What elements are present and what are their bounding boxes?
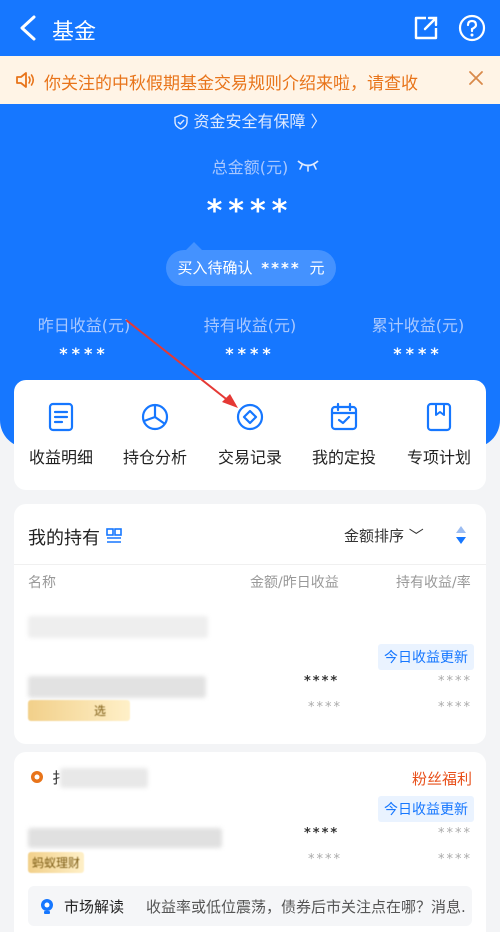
holding-amount: **** — [304, 674, 340, 689]
lightbulb-icon — [41, 899, 53, 914]
quick-actions-card: 收益明细 持仓分析 交易记录 我的定投 专项计划 — [14, 380, 486, 490]
help-icon[interactable] — [458, 14, 486, 42]
fans-benefit-label: 粉丝福利 — [411, 770, 472, 788]
stat-cumulative[interactable]: 累计收益(元) **** — [348, 312, 488, 363]
redacted-fund-name — [28, 828, 222, 848]
fund-brand-tag: 选 — [28, 700, 130, 721]
stat-label: 持有收益(元) — [203, 316, 297, 335]
close-icon[interactable] — [466, 68, 486, 88]
pie-chart-icon — [141, 403, 169, 431]
total-amount-label: 总金额(元) — [211, 158, 289, 177]
column-amount: 金额/昨日收益 — [250, 575, 339, 591]
market-insight-bar[interactable]: 市场解读 收益率或低位震荡，债券后市关注点在哪？消息... — [28, 886, 472, 926]
update-tag: 今日收益更新 — [378, 796, 474, 822]
quick-income-detail[interactable]: 收益明细 — [14, 402, 108, 468]
bookmark-icon — [426, 402, 452, 432]
diamond-circle-icon — [236, 403, 264, 431]
holding-rate: **** — [438, 852, 472, 867]
holding-profit: **** — [438, 826, 472, 841]
holding-yesterday: **** — [308, 852, 342, 867]
total-amount-value: **** — [206, 194, 294, 229]
column-name: 名称 — [28, 575, 56, 591]
quick-label: 专项计划 — [406, 448, 471, 467]
eye-closed-icon[interactable] — [296, 158, 320, 172]
brand-text: 选 — [94, 704, 107, 718]
holdings-title: 我的持有 — [28, 528, 100, 549]
pending-unit: 元 — [309, 259, 325, 277]
sort-dropdown[interactable]: 金额排序 ﹀ — [344, 525, 424, 546]
holding-yesterday: **** — [308, 700, 342, 715]
quick-trade-records[interactable]: 交易记录 — [203, 402, 297, 468]
divider — [14, 564, 486, 565]
holding-rate: **** — [438, 700, 472, 715]
stat-value: **** — [393, 344, 443, 363]
holding-amount: **** — [304, 826, 340, 841]
redacted-fund-name — [60, 768, 148, 788]
grid-icon[interactable] — [106, 528, 122, 544]
market-text: 收益率或低位震荡，债券后市关注点在哪？消息... — [146, 898, 466, 916]
pending-label: 买入待确认 — [177, 259, 253, 277]
holding-profit: **** — [438, 674, 472, 689]
shield-check-icon — [174, 114, 189, 130]
redacted-fund-name — [28, 616, 208, 638]
quick-my-auto-invest[interactable]: 我的定投 — [297, 402, 391, 468]
back-arrow-icon[interactable] — [14, 12, 44, 44]
speaker-icon — [16, 72, 35, 88]
fund-logo-icon — [31, 771, 43, 783]
calendar-check-icon — [330, 402, 358, 431]
quick-label: 持仓分析 — [122, 448, 187, 467]
quick-position-analysis[interactable]: 持仓分析 — [108, 402, 202, 468]
stat-yesterday[interactable]: 昨日收益(元) **** — [14, 312, 154, 363]
market-title: 市场解读 — [64, 898, 125, 916]
brand-tag: 蚂蚁理财 — [28, 852, 85, 873]
notice-banner[interactable]: 你关注的中秋假期基金交易规则介绍来啦，请查收 — [0, 56, 500, 104]
pending-confirm-pill[interactable]: 买入待确认 **** 元 — [166, 242, 336, 286]
stat-holding[interactable]: 持有收益(元) **** — [180, 312, 320, 363]
share-icon[interactable] — [412, 14, 440, 42]
nav-bar: 基金 — [0, 0, 500, 56]
pending-value: **** — [261, 259, 301, 277]
page-title: 基金 — [52, 20, 97, 45]
update-tag: 今日收益更新 — [378, 644, 474, 670]
sort-toggle-icon[interactable] — [454, 524, 468, 546]
quick-special-plan[interactable]: 专项计划 — [392, 402, 486, 468]
quick-label: 我的定投 — [311, 448, 376, 467]
document-icon — [48, 402, 74, 432]
safety-text: 资金安全有保障 〉 — [193, 112, 327, 131]
safety-link[interactable]: 资金安全有保障 〉 — [0, 108, 500, 132]
redacted-fund-name — [28, 676, 206, 698]
stat-label: 累计收益(元) — [371, 316, 465, 335]
fund-card-2[interactable]: 扌 粉丝福利 今日收益更新 蚂蚁理财 **** **** **** **** 市… — [14, 752, 486, 932]
quick-label: 收益明细 — [28, 448, 93, 467]
quick-label: 交易记录 — [217, 448, 282, 467]
stat-label: 昨日收益(元) — [37, 316, 131, 335]
notice-text: 你关注的中秋假期基金交易规则介绍来啦，请查收 — [44, 74, 418, 94]
column-profit: 持有收益/率 — [396, 575, 471, 591]
holdings-card: 我的持有 金额排序 ﹀ 名称 金额/昨日收益 持有收益/率 今日收益更新 选 *… — [14, 504, 486, 744]
stat-value: **** — [225, 344, 275, 363]
stat-value: **** — [59, 344, 109, 363]
